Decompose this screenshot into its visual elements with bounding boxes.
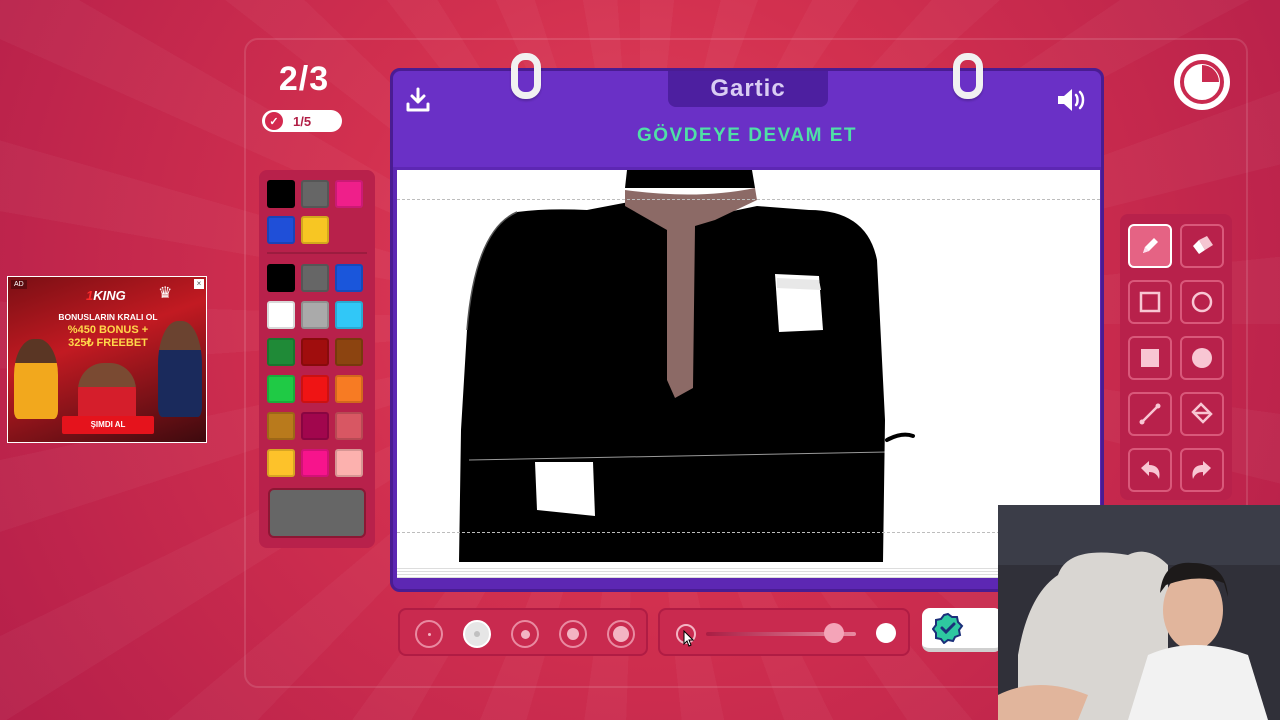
ad-tag: AD	[11, 280, 27, 289]
color-swatch[interactable]	[335, 180, 363, 208]
sound-icon[interactable]	[1055, 83, 1089, 117]
color-swatch[interactable]	[267, 412, 295, 440]
square-outline-icon[interactable]	[1128, 280, 1172, 324]
progress-label: 1/5	[293, 113, 312, 129]
color-swatch[interactable]	[301, 412, 329, 440]
current-color-swatch[interactable]	[268, 488, 366, 538]
gartic-logo: Gartic	[668, 71, 828, 107]
square-fill-icon[interactable]	[1128, 336, 1172, 380]
redo-icon[interactable]	[1180, 448, 1224, 492]
brush-size-3[interactable]	[511, 620, 539, 648]
color-swatch[interactable]	[335, 301, 363, 329]
color-swatch[interactable]	[267, 301, 295, 329]
ad-cta-button[interactable]: ŞIMDI AL	[62, 416, 154, 434]
ad-close-icon[interactable]: ×	[194, 279, 204, 289]
color-swatch[interactable]	[301, 449, 329, 477]
ad-banner[interactable]: AD × 1KING ♛ BONUSLARIN KRALI OL %450 BO…	[7, 276, 207, 443]
color-swatch[interactable]	[301, 264, 329, 292]
guide-line	[397, 199, 1100, 200]
webcam-overlay	[998, 505, 1280, 720]
brush-size-2[interactable]	[463, 620, 491, 648]
mouse-cursor-icon	[683, 630, 695, 647]
color-swatch[interactable]	[267, 338, 295, 366]
color-swatch[interactable]	[267, 449, 295, 477]
color-swatch[interactable]	[267, 375, 295, 403]
guide-line	[397, 532, 1100, 533]
done-button[interactable]	[922, 608, 1002, 652]
notebook-pages	[397, 566, 1100, 578]
opacity-max-button[interactable]	[876, 623, 896, 643]
pencil-icon[interactable]	[1128, 224, 1172, 268]
brush-size-bar	[398, 608, 648, 656]
color-swatch[interactable]	[335, 338, 363, 366]
color-swatch[interactable]	[301, 301, 329, 329]
binder-ring	[953, 53, 983, 99]
fill-bucket-icon[interactable]	[1180, 392, 1224, 436]
page-title: GÖVDEYE DEVAM ET	[636, 125, 857, 146]
color-swatch[interactable]	[267, 216, 295, 244]
brush-size-4[interactable]	[559, 620, 587, 648]
ad-logo: 1KING	[86, 288, 126, 303]
ad-player-image	[78, 363, 136, 423]
tools-panel	[1120, 214, 1232, 500]
circle-fill-icon[interactable]	[1180, 336, 1224, 380]
color-swatch[interactable]	[301, 338, 329, 366]
brush-size-1[interactable]	[415, 620, 443, 648]
crown-icon: ♛	[158, 285, 173, 302]
undo-icon[interactable]	[1128, 448, 1172, 492]
check-icon: ✓	[265, 112, 283, 130]
binder-ring	[511, 53, 541, 99]
color-swatch[interactable]	[335, 412, 363, 440]
timer-icon	[1174, 54, 1230, 110]
drawing-strokes	[459, 170, 915, 562]
round-label: 2/3	[278, 60, 330, 98]
opacity-knob[interactable]	[823, 623, 844, 643]
download-icon[interactable]	[401, 83, 435, 117]
color-swatch[interactable]	[267, 264, 295, 292]
eraser-icon[interactable]	[1180, 224, 1224, 268]
color-swatch[interactable]	[301, 180, 329, 208]
ad-player-image	[158, 321, 202, 417]
color-swatch[interactable]	[335, 449, 363, 477]
circle-outline-icon[interactable]	[1180, 280, 1224, 324]
drawing-notebook: Gartic GÖVDEYE DEVAM ET	[390, 53, 1104, 592]
progress-pill: ✓ 1/5	[262, 110, 342, 132]
opacity-slider	[658, 608, 910, 656]
color-swatch[interactable]	[301, 375, 329, 403]
round-counter: 2/3	[262, 60, 346, 99]
drawing-canvas[interactable]	[397, 170, 1100, 566]
ad-bonus: %450 BONUS + 325₺ FREEBET	[67, 324, 149, 349]
color-swatch[interactable]	[267, 180, 295, 208]
palette-divider	[267, 252, 367, 254]
ad-player-image	[14, 339, 58, 419]
color-swatch[interactable]	[301, 216, 329, 244]
color-swatch[interactable]	[335, 264, 363, 292]
line-icon[interactable]	[1128, 392, 1172, 436]
brush-size-5[interactable]	[607, 620, 635, 648]
color-swatch[interactable]	[335, 375, 363, 403]
done-check-icon	[932, 612, 964, 644]
